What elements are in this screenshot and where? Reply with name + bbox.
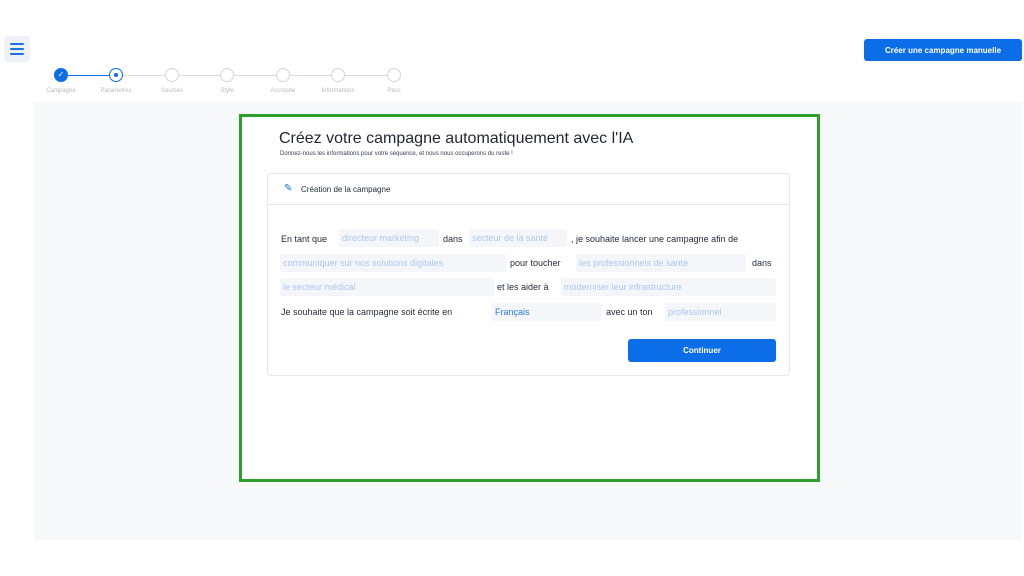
card-header-label: Création de la campagne [301,185,391,194]
sentence-text: pour toucher [510,258,561,268]
step-label: Style [220,88,234,94]
pending-step-icon [220,68,234,82]
sentence-text: , je souhaite lancer une campagne afin d… [571,234,739,244]
step-informations[interactable]: Informations [310,68,366,94]
step-label: Informations [321,88,355,94]
sentence-text: dans [752,258,772,268]
hamburger-line [10,53,24,55]
sentence-text: dans [443,234,463,244]
step-label: Accroche [270,88,296,94]
target-input[interactable] [576,254,746,272]
active-step-icon [109,68,123,82]
sentence-text: En tant que [281,234,328,244]
sentence-text: avec un ton [606,307,653,317]
progress-stepper: ✓ Campagne Paramètres Sources Style Accr… [40,68,420,98]
card-header: ✎ Création de la campagne [268,174,789,205]
check-icon: ✓ [54,68,68,82]
pending-step-icon [276,68,290,82]
pending-step-icon [331,68,345,82]
step-label: Campagne [46,88,76,94]
sentence-text: et les aider à [497,282,549,292]
step-label: Pass [387,88,401,94]
step-label: Paramètres [100,88,132,94]
step-pass[interactable]: Pass [366,68,422,94]
role-input[interactable] [339,229,439,247]
help-input[interactable] [561,278,776,296]
pending-step-icon [387,68,401,82]
tone-input[interactable] [665,303,776,321]
goal-input[interactable] [280,254,506,272]
step-label: Sources [160,88,183,94]
create-manual-campaign-button[interactable]: Créer une campagne manuelle [864,39,1022,61]
language-input[interactable] [492,303,602,321]
step-sources[interactable]: Sources [144,68,200,94]
sector-input[interactable] [469,229,567,247]
step-parametres[interactable]: Paramètres [88,68,144,94]
domain-input[interactable] [280,278,494,296]
sentence-text: Je souhaite que la campagne soit écrite … [281,307,453,317]
continue-button[interactable]: Continuer [628,339,776,362]
step-accroche[interactable]: Accroche [255,68,311,94]
menu-button[interactable] [4,36,30,62]
page-subtitle: Donnez-nous les informations pour votre … [280,151,513,157]
pencil-icon: ✎ [284,183,293,194]
hamburger-line [10,48,24,50]
page-title: Créez votre campagne automatiquement ave… [279,130,634,147]
hamburger-menu-icon [10,43,24,45]
step-style[interactable]: Style [199,68,255,94]
step-campagne[interactable]: ✓ Campagne [33,68,89,94]
pending-step-icon [165,68,179,82]
